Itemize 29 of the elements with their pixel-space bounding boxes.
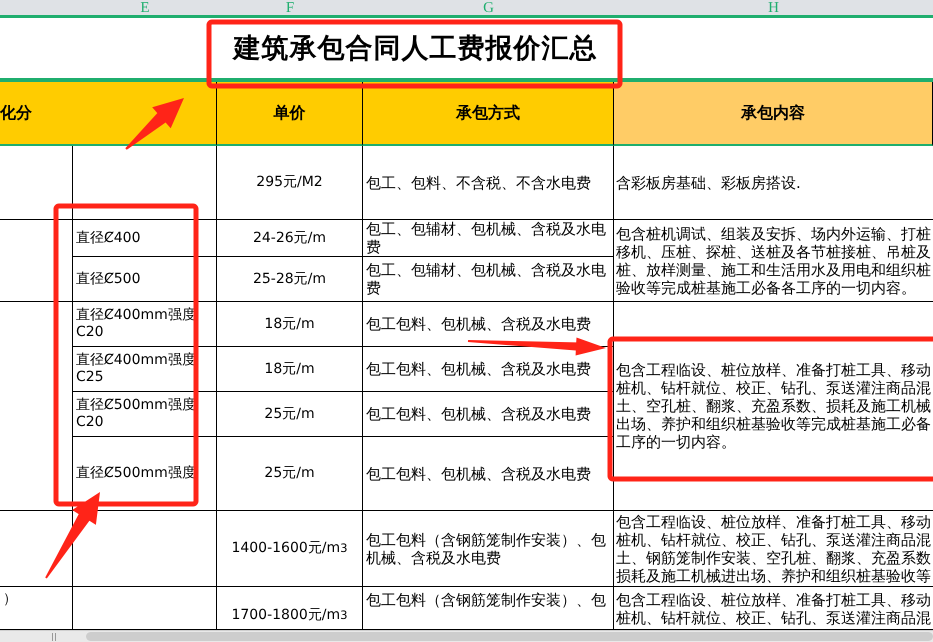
column-header: 承包方式 xyxy=(363,82,614,146)
table-cell: 25-28元/m xyxy=(217,257,363,302)
table-cell: 包工、包料、不含税、不含水电费 xyxy=(363,146,614,220)
table-cell: 包工、包辅材、包机械、含税及水电 费 xyxy=(363,220,614,257)
table-cell: 包工包料、包机械、含税及水电费 xyxy=(363,437,614,511)
table-cell: 295元/M2 xyxy=(217,146,363,220)
table-cell: 18元/m xyxy=(217,347,363,392)
table-cell: 包含工程临设、桩位放样、准备打桩工具、移动 桩机、钻杆就位、校正、钻孔、泵送灌注商品混 土、空孔桩、翻浆、充盈系数、损耗及施工机械 出场、养护和组织桩基验收等完成桩基施工必备 工序的一切内容。 xyxy=(614,302,933,511)
table-cell: 包工包料、包机械、含税及水电费 xyxy=(363,392,614,437)
table-cell: 包含工程临设、桩位放样、准备打桩工具、移动 桩机、钻杆就位、校正、钻孔、泵送灌注商品混 土、钢筋笼制作安装、空孔桩、翻浆、充盈系数 损耗及施工机械进出场、养护和组织桩基验收等 xyxy=(614,511,933,587)
table-cell: 含彩板房基础、彩板房搭设. xyxy=(614,146,933,220)
table-cell: 24-26元/m xyxy=(217,220,363,257)
table-cell: 包含桩机调试、组装及安拆、场内外运输、打桩 移机、压桩、探桩、送桩及各节桩接桩、吊桩及 桩、放样测量、施工和生活用水及用电和组织桩 验收等完成桩基施工必备各工序的一切内容。 xyxy=(614,220,933,302)
table-cell: 包工、包辅材、包机械、含税及水电 费 xyxy=(363,257,614,302)
column-header: 承包内容 xyxy=(614,82,933,146)
column-letter[interactable]: E xyxy=(73,0,217,18)
pointer-arrow xyxy=(125,98,184,150)
column-header: 单价 xyxy=(217,82,363,146)
table-cell: 包工包料（含钢筋笼制作安装）、包 机械、含税及水电费 xyxy=(363,511,614,587)
table-cell: 直径Ȼ500 xyxy=(73,257,217,302)
table-cell: 18元/m xyxy=(217,302,363,347)
column-header: 化分 xyxy=(0,82,217,146)
table-cell: 直径Ȼ400 xyxy=(73,220,217,257)
column-letter[interactable]: F xyxy=(217,0,363,18)
splitter-handle[interactable] xyxy=(52,632,56,640)
table-cell: 25元/m xyxy=(217,392,363,437)
column-letter[interactable]: G xyxy=(363,0,614,18)
column-letter[interactable]: H xyxy=(614,0,933,18)
table-cell: 25元/m xyxy=(217,437,363,511)
